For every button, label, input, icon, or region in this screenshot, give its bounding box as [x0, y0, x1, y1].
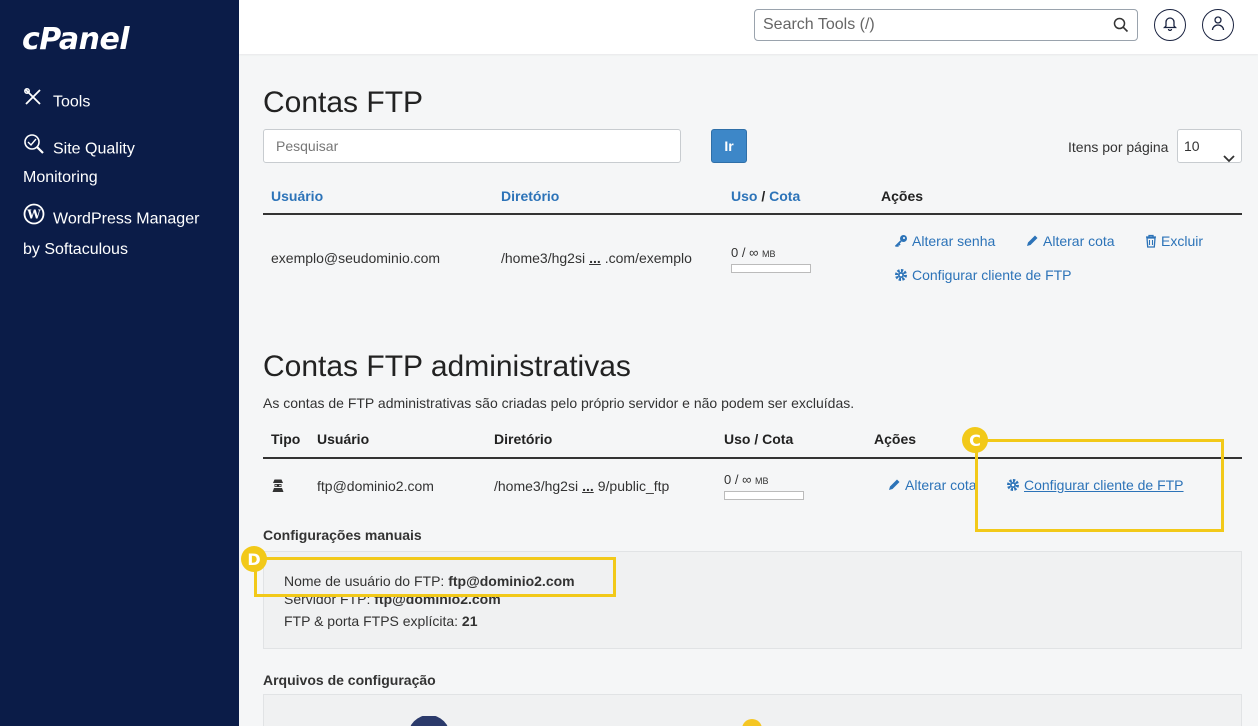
- column-header-user[interactable]: Usuário: [271, 188, 323, 204]
- config-files-title: Arquivos de configuração: [263, 672, 436, 688]
- sidebar-item-label-2[interactable]: by Softaculous: [23, 235, 128, 265]
- filezilla-icon[interactable]: [406, 715, 452, 726]
- change-quota-link[interactable]: Alterar cota: [1025, 233, 1115, 251]
- column-header-user: Usuário: [317, 431, 370, 447]
- quota-used: 0 / ∞: [731, 245, 759, 260]
- admin-user-cell: ftp@dominio2.com: [317, 478, 434, 494]
- admin-section-title: Contas FTP administrativas: [263, 350, 631, 383]
- per-page-value: 10: [1184, 138, 1200, 154]
- chevron-down-icon: [1223, 142, 1235, 174]
- quota-text: 0 / ∞ MB: [724, 472, 768, 487]
- wordpress-icon: W: [23, 203, 45, 236]
- delete-link[interactable]: Excluir: [1145, 233, 1203, 251]
- pencil-icon: [887, 478, 901, 495]
- page-title: Contas FTP: [263, 86, 424, 119]
- highlight-box-c: [975, 439, 1224, 532]
- trash-icon: [1145, 234, 1157, 251]
- svg-text:W: W: [26, 208, 41, 222]
- tools-icon: [23, 87, 45, 118]
- sidebar-item-label: Site Quality: [53, 140, 135, 158]
- directory-end: .com/exemplo: [604, 250, 692, 266]
- annotation-badge-d: D: [241, 546, 267, 572]
- pencil-icon: [1025, 234, 1039, 251]
- column-header-directory: Diretório: [494, 431, 553, 447]
- admin-section-description: As contas de FTP administrativas são cri…: [263, 395, 855, 411]
- column-header-actions: Ações: [874, 431, 917, 447]
- sidebar-item-label-2[interactable]: Monitoring: [23, 163, 98, 193]
- directory-start: /home3/hg2si: [501, 250, 586, 266]
- ftp-search-input[interactable]: Pesquisar: [263, 129, 681, 163]
- top-bar: [239, 0, 1258, 54]
- column-header-usage-quota: Uso / Cota: [724, 431, 794, 447]
- main-content: Contas FTP Pesquisar Ir Itens por página…: [239, 54, 1258, 726]
- gear-icon: [894, 268, 908, 285]
- annotation-badge-c: C: [962, 427, 988, 453]
- column-header-directory[interactable]: Diretório: [501, 188, 559, 204]
- sidebar-item-label: Tools: [53, 93, 91, 111]
- ftp-directory-cell: /home3/hg2si... .com/exemplo: [501, 250, 692, 266]
- column-header-usage[interactable]: Uso: [731, 188, 757, 204]
- sidebar-item-site-quality[interactable]: Site Quality: [23, 133, 135, 166]
- sidebar: cPanel Tools Site Quality Monitoring W W…: [0, 0, 239, 726]
- directory-start: /home3/hg2si: [494, 478, 579, 494]
- delete-label: Excluir: [1161, 233, 1204, 249]
- ftp-port-line: FTP & porta FTPS explícita: 21: [284, 613, 478, 629]
- sidebar-item-wordpress[interactable]: W WordPress Manager: [23, 203, 199, 236]
- spy-icon: [271, 478, 285, 497]
- sidebar-item-tools[interactable]: Tools: [23, 87, 90, 118]
- highlight-box-d: [254, 557, 616, 597]
- search-tools-input[interactable]: [755, 10, 1095, 40]
- config-files-panel: [263, 694, 1242, 726]
- directory-end: 9/public_ftp: [597, 478, 670, 494]
- change-quota-label: Alterar cota: [905, 477, 977, 493]
- column-header-quota[interactable]: Cota: [769, 188, 800, 204]
- configure-ftp-client-label: Configurar cliente de FTP: [912, 267, 1072, 283]
- quota-progress-bar: [731, 264, 811, 273]
- column-header-usage-quota: Uso / Cota: [731, 188, 800, 204]
- bell-icon: [1162, 15, 1178, 36]
- quota-unit: MB: [761, 249, 776, 259]
- cyberduck-icon[interactable]: [740, 717, 764, 726]
- quota-unit: MB: [754, 476, 769, 486]
- ftp-port-label: FTP & porta FTPS explícita:: [284, 613, 459, 629]
- go-button[interactable]: Ir: [711, 129, 747, 163]
- manual-settings-title: Configurações manuais: [263, 527, 422, 543]
- directory-expand-link[interactable]: ...: [582, 478, 594, 494]
- change-password-link[interactable]: Alterar senha: [894, 233, 995, 251]
- ftp-port-value: 21: [461, 613, 478, 629]
- quota-progress-bar: [724, 491, 804, 500]
- user-icon: [1211, 15, 1225, 36]
- user-menu-button[interactable]: [1202, 9, 1234, 41]
- ftp-user-cell: exemplo@seudominio.com: [271, 250, 441, 266]
- cpanel-logo[interactable]: cPanel: [22, 22, 130, 57]
- change-quota-link[interactable]: Alterar cota: [887, 477, 977, 495]
- change-password-label: Alterar senha: [912, 233, 996, 249]
- change-quota-label: Alterar cota: [1043, 233, 1115, 249]
- directory-expand-link[interactable]: ...: [589, 250, 601, 266]
- per-page-label: Itens por página: [1068, 139, 1169, 155]
- quota-used: 0 / ∞: [724, 472, 752, 487]
- configure-ftp-client-link[interactable]: Configurar cliente de FTP: [894, 267, 1072, 285]
- per-page-select[interactable]: 10: [1177, 129, 1242, 163]
- sidebar-item-label: WordPress Manager: [53, 210, 200, 228]
- key-icon: [894, 234, 908, 251]
- column-header-type: Tipo: [271, 431, 301, 447]
- admin-directory-cell: /home3/hg2si... 9/public_ftp: [494, 478, 669, 494]
- search-quality-icon: [23, 133, 45, 166]
- search-icon[interactable]: [1113, 17, 1129, 38]
- quota-text: 0 / ∞ MB: [731, 245, 775, 260]
- column-header-actions: Ações: [881, 188, 924, 204]
- column-header-separator: /: [761, 188, 766, 204]
- search-tools-box[interactable]: [754, 9, 1138, 41]
- notifications-button[interactable]: [1154, 9, 1186, 41]
